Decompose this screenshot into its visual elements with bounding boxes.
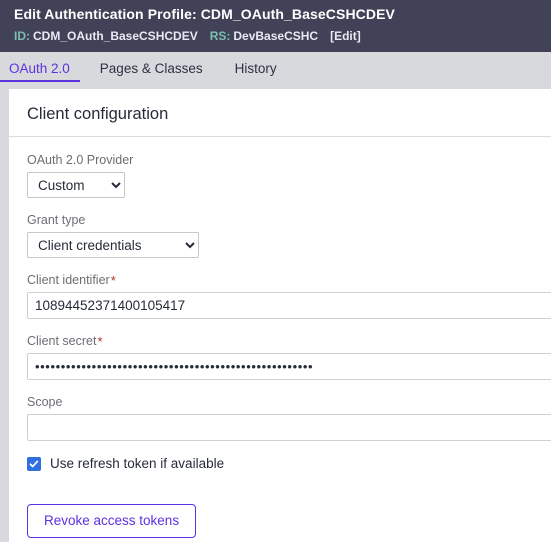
card-header: Client configuration [9, 90, 551, 137]
revoke-access-tokens-button[interactable]: Revoke access tokens [27, 504, 197, 538]
window-header: Edit Authentication Profile: CDM_OAuth_B… [0, 0, 551, 52]
button-row: Revoke access tokens [27, 504, 551, 538]
tab-history[interactable]: History [219, 52, 293, 84]
tab-oauth-2-0[interactable]: OAuth 2.0 [0, 52, 84, 84]
spacer-provider-grant [27, 198, 551, 213]
client-secret-input[interactable] [27, 353, 551, 380]
oauth-provider-select[interactable]: Custom [27, 172, 125, 198]
refresh-token-checkbox[interactable] [27, 457, 41, 471]
spacer-grant-identifier [27, 258, 551, 273]
id-value: CDM_OAuth_BaseCSHCDEV [33, 29, 198, 43]
client-secret-label: Client secret* [27, 334, 551, 349]
page-title: Edit Authentication Profile: CDM_OAuth_B… [14, 6, 395, 22]
tab-pages-and-classes[interactable]: Pages & Classes [84, 52, 219, 84]
field-oauth-provider: OAuth 2.0 Provider Custom [27, 153, 551, 198]
refresh-token-label[interactable]: Use refresh token if available [50, 456, 224, 472]
refresh-token-row: Use refresh token if available [27, 456, 551, 472]
client-identifier-label-text: Client identifier [27, 273, 110, 287]
client-secret-label-text: Client secret [27, 334, 97, 348]
id-label: ID: [14, 29, 30, 43]
grant-type-select[interactable]: Client credentials [27, 232, 199, 258]
rs-label: RS: [209, 29, 231, 43]
tab-bar: OAuth 2.0 Pages & Classes History [0, 52, 551, 89]
rs-value: DevBaseCSHC [233, 29, 319, 43]
card-body: OAuth 2.0 Provider Custom Grant type Cli… [9, 137, 551, 538]
grant-type-label: Grant type [27, 213, 86, 227]
field-grant-type: Grant type Client credentials [27, 213, 551, 258]
card-title: Client configuration [27, 105, 169, 123]
scope-label: Scope [27, 395, 63, 409]
required-asterisk-icon: * [110, 273, 116, 288]
scope-input[interactable] [27, 414, 551, 441]
edit-link[interactable]: [Edit] [330, 29, 361, 43]
spacer-secret-scope [27, 380, 551, 395]
field-client-secret: Client secret* [27, 334, 551, 380]
field-client-identifier: Client identifier* [27, 273, 551, 319]
field-scope: Scope [27, 395, 551, 441]
client-identifier-label: Client identifier* [27, 273, 551, 288]
header-metadata: ID: CDM_OAuth_BaseCSHCDEV RS: DevBaseCSHC [E… [14, 28, 551, 44]
oauth-provider-label: OAuth 2.0 Provider [27, 153, 134, 167]
checkmark-icon [29, 460, 39, 468]
client-configuration-card: Client configuration OAuth 2.0 Provider … [9, 89, 551, 542]
spacer-identifier-secret [27, 319, 551, 334]
content-area: Client configuration OAuth 2.0 Provider … [0, 89, 551, 542]
client-identifier-input[interactable] [27, 292, 551, 319]
required-asterisk-icon: * [97, 334, 103, 349]
